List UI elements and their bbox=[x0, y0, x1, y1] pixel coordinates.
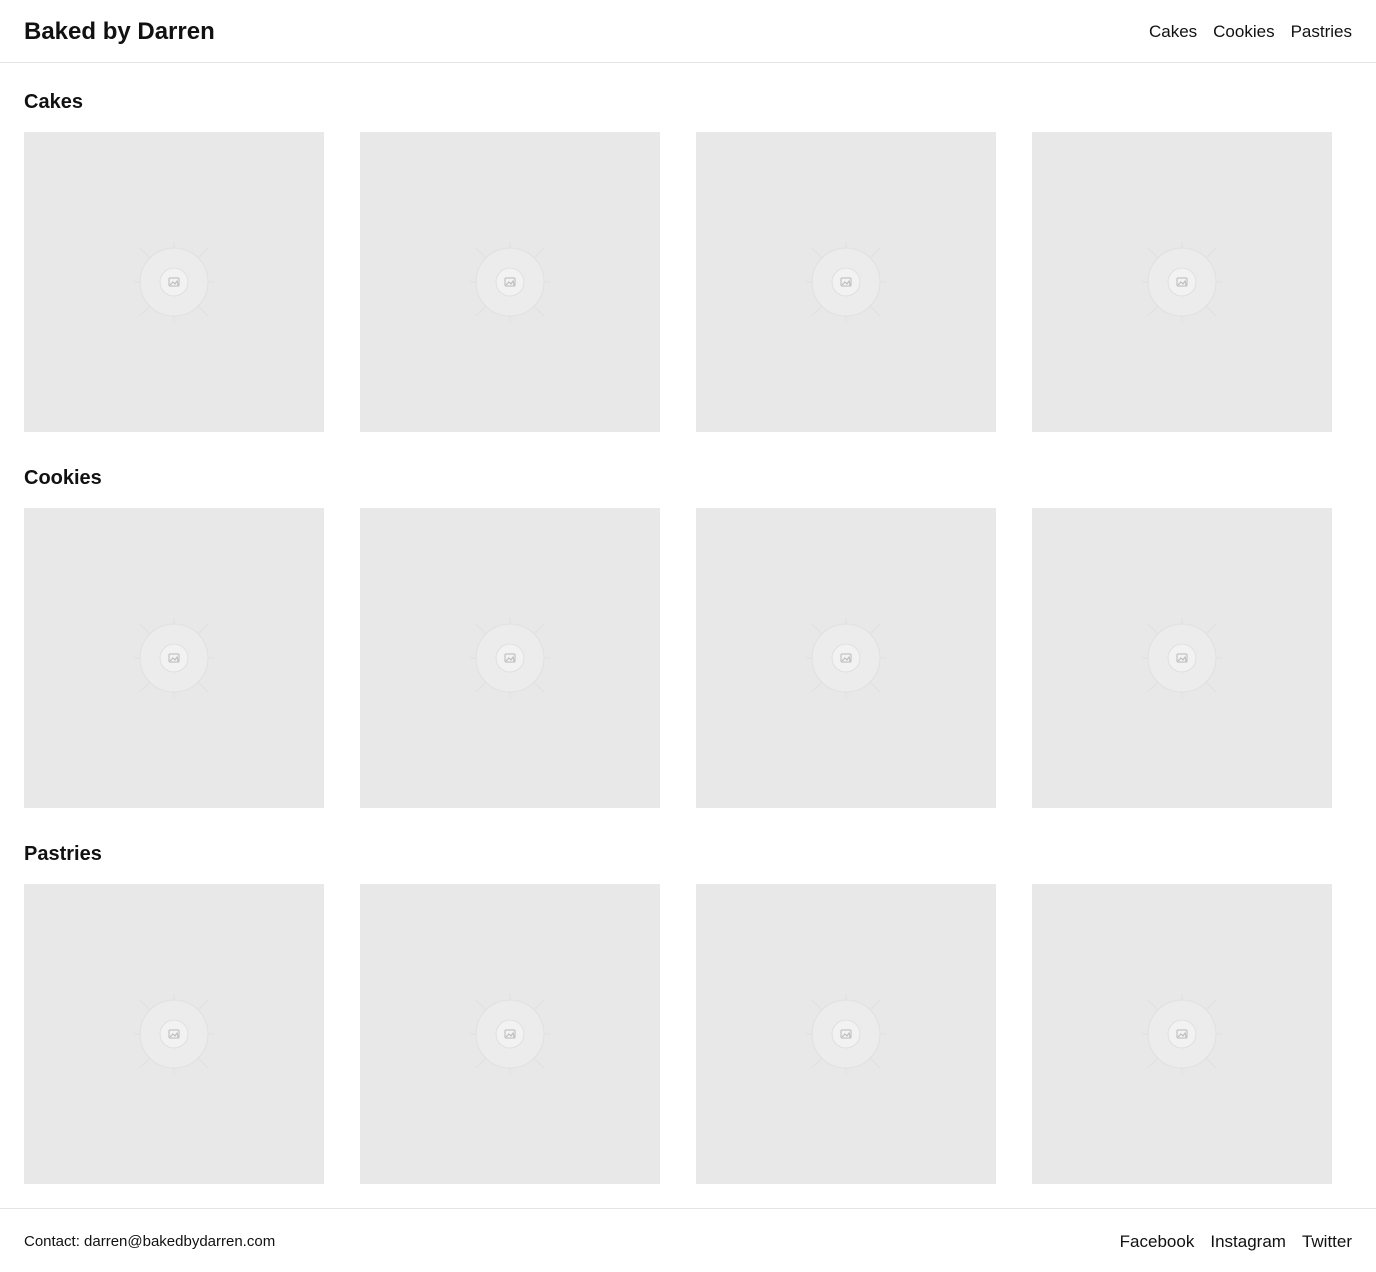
gallery-item[interactable] bbox=[360, 132, 660, 432]
section-title-cakes: Cakes bbox=[24, 91, 83, 113]
main-nav: Cakes Cookies Pastries bbox=[1149, 20, 1352, 44]
image-placeholder-icon bbox=[470, 994, 550, 1074]
gallery-item[interactable] bbox=[696, 884, 996, 1184]
image-placeholder-icon bbox=[806, 994, 886, 1074]
site-header: Baked by Darren Cakes Cookies Pastries bbox=[0, 0, 1376, 63]
gallery-item[interactable] bbox=[24, 884, 324, 1184]
image-placeholder-icon bbox=[134, 994, 214, 1074]
gallery-item[interactable] bbox=[1032, 132, 1332, 432]
gallery-item[interactable] bbox=[24, 132, 324, 432]
gallery-grid-cookies bbox=[24, 508, 1332, 808]
image-placeholder-icon bbox=[806, 242, 886, 322]
image-placeholder-icon bbox=[1142, 242, 1222, 322]
section-pastries: Pastries bbox=[24, 842, 1352, 1184]
contact-info: Contact: darren@bakedbydarren.com bbox=[24, 1233, 276, 1250]
facebook-link[interactable]: Facebook bbox=[1120, 1231, 1195, 1253]
image-placeholder-icon bbox=[134, 242, 214, 322]
image-placeholder-icon bbox=[470, 618, 550, 698]
image-placeholder-icon bbox=[470, 242, 550, 322]
image-placeholder-icon bbox=[806, 618, 886, 698]
section-cookies: Cookies bbox=[24, 466, 1352, 808]
section-cakes: Cakes bbox=[24, 90, 1352, 432]
gallery-item[interactable] bbox=[360, 508, 660, 808]
gallery-grid-cakes bbox=[24, 132, 1332, 432]
social-links: Facebook Instagram Twitter bbox=[1120, 1231, 1352, 1253]
instagram-link[interactable]: Instagram bbox=[1210, 1231, 1286, 1253]
image-placeholder-icon bbox=[1142, 994, 1222, 1074]
image-placeholder-icon bbox=[134, 618, 214, 698]
site-footer: Contact: darren@bakedbydarren.com Facebo… bbox=[0, 1208, 1376, 1272]
section-title-cookies: Cookies bbox=[24, 467, 102, 489]
image-placeholder-icon bbox=[1142, 618, 1222, 698]
nav-link-cakes[interactable]: Cakes bbox=[1149, 20, 1197, 44]
gallery-item[interactable] bbox=[1032, 884, 1332, 1184]
gallery-item[interactable] bbox=[696, 508, 996, 808]
nav-link-cookies[interactable]: Cookies bbox=[1213, 20, 1274, 44]
nav-link-pastries[interactable]: Pastries bbox=[1291, 20, 1352, 44]
gallery-item[interactable] bbox=[24, 508, 324, 808]
site-title[interactable]: Baked by Darren bbox=[24, 16, 215, 48]
gallery-item[interactable] bbox=[360, 884, 660, 1184]
section-title-pastries: Pastries bbox=[24, 843, 102, 865]
gallery-item[interactable] bbox=[696, 132, 996, 432]
twitter-link[interactable]: Twitter bbox=[1302, 1231, 1352, 1253]
gallery-grid-pastries bbox=[24, 884, 1332, 1184]
gallery-item[interactable] bbox=[1032, 508, 1332, 808]
